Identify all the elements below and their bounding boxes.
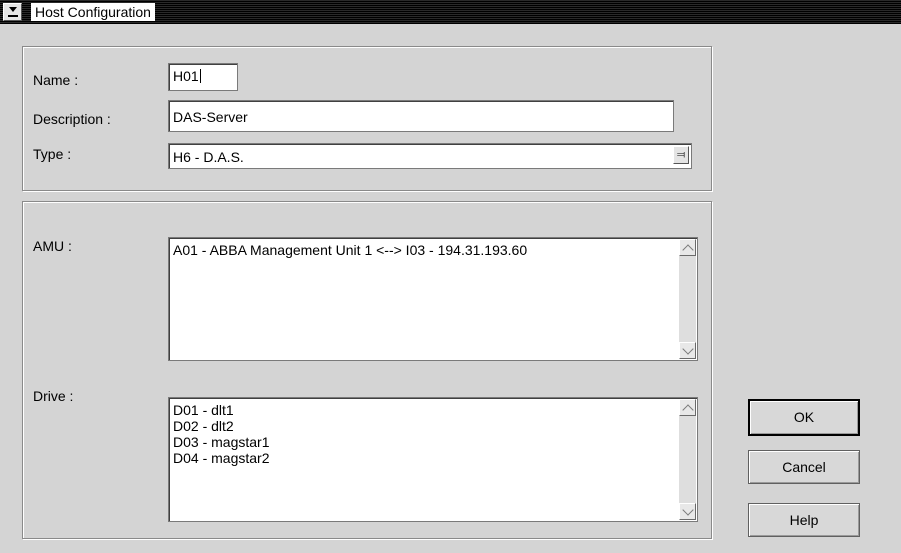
window-title: Host Configuration (31, 3, 155, 21)
ok-button[interactable]: OK (748, 399, 860, 436)
drive-scrollbar[interactable] (679, 399, 696, 520)
amu-scroll-down-button[interactable] (679, 342, 696, 359)
underline-icon (8, 15, 18, 17)
double-chevron-down-icon: ⫤ (676, 149, 686, 161)
amu-listbox[interactable]: A01 - ABBA Management Unit 1 <--> I03 - … (168, 237, 698, 361)
amu-label: AMU : (33, 238, 72, 254)
name-value: H01 (173, 68, 199, 84)
drive-list-item[interactable]: D01 - dlt1 (173, 402, 677, 418)
type-combobox[interactable]: H6 - D.A.S. ⫤ (168, 143, 692, 169)
help-button[interactable]: Help (748, 503, 860, 537)
name-field[interactable]: H01 (168, 63, 238, 91)
amu-list: A01 - ABBA Management Unit 1 <--> I03 - … (173, 242, 677, 258)
drive-list: D01 - dlt1 D02 - dlt2 D03 - magstar1 D04… (173, 402, 677, 466)
amu-scrollbar[interactable] (679, 239, 696, 359)
drive-label: Drive : (33, 388, 74, 404)
chevron-up-icon (682, 244, 694, 256)
title-bar[interactable]: Host Configuration (0, 0, 901, 24)
amu-list-item[interactable]: A01 - ABBA Management Unit 1 <--> I03 - … (173, 242, 677, 258)
drive-scroll-up-button[interactable] (679, 399, 696, 416)
cancel-button[interactable]: Cancel (748, 450, 860, 484)
host-configuration-window: Host Configuration Name : H01 Descriptio… (0, 0, 901, 553)
drive-list-item[interactable]: D04 - magstar2 (173, 450, 677, 466)
system-menu-button[interactable] (3, 3, 22, 21)
description-field[interactable]: DAS-Server (168, 100, 674, 132)
chevron-down-icon (9, 7, 17, 12)
type-value: H6 - D.A.S. (173, 149, 244, 165)
amu-scroll-up-button[interactable] (679, 239, 696, 256)
description-label: Description : (33, 111, 111, 127)
type-label: Type : (33, 146, 72, 162)
text-caret (199, 69, 201, 83)
description-value: DAS-Server (173, 109, 248, 125)
drive-listbox[interactable]: D01 - dlt1 D02 - dlt2 D03 - magstar1 D04… (168, 397, 698, 522)
chevron-down-icon (682, 504, 694, 516)
type-dropdown-button[interactable]: ⫤ (673, 146, 689, 164)
drive-scroll-down-button[interactable] (679, 503, 696, 520)
drive-list-item[interactable]: D03 - magstar1 (173, 434, 677, 450)
name-label: Name : (33, 72, 79, 88)
chevron-down-icon (682, 343, 694, 355)
drive-list-item[interactable]: D02 - dlt2 (173, 418, 677, 434)
chevron-up-icon (682, 404, 694, 416)
